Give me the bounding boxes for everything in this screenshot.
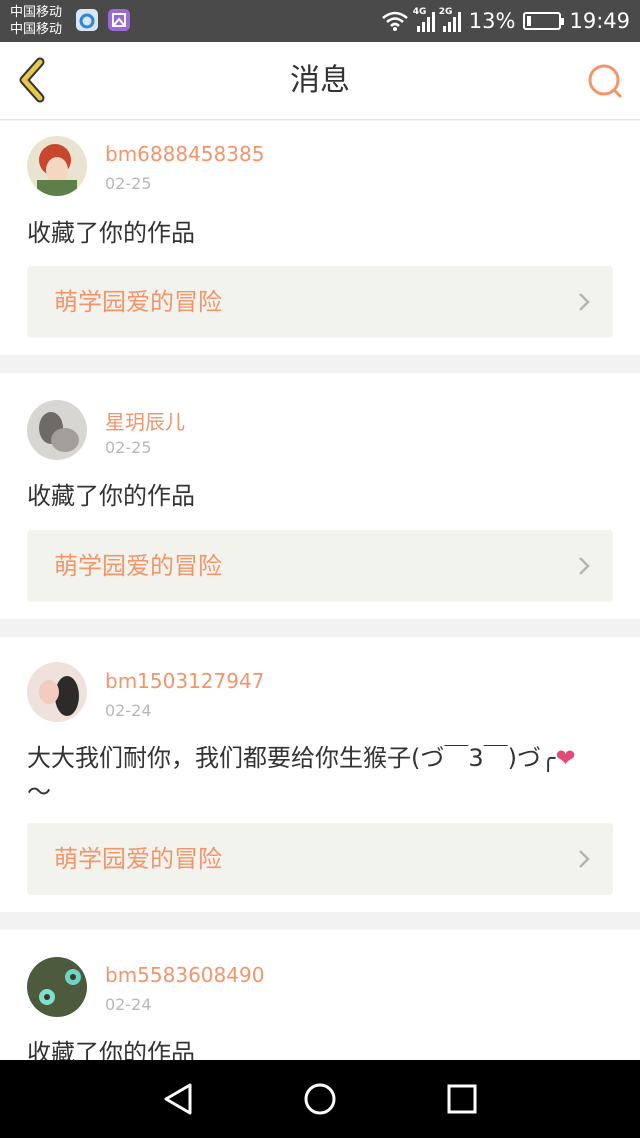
- system-nav-bar: [0, 1060, 640, 1138]
- page-title: 消息: [290, 63, 350, 98]
- heart-emoji: ❤: [555, 744, 576, 772]
- work-link[interactable]: 萌学园爱的冒险: [27, 266, 613, 338]
- message-card: bm5583608490 02-24 收藏了你的作品: [0, 930, 640, 1060]
- gallery-icon: [108, 9, 130, 31]
- work-link[interactable]: 萌学园爱的冒险: [27, 823, 613, 895]
- work-link[interactable]: 萌学园爱的冒险: [27, 530, 613, 602]
- status-bar: 中国移动 中国移动 4G 2G 13% 19:49: [0, 0, 640, 42]
- nav-back-button[interactable]: [160, 1081, 196, 1117]
- username[interactable]: bm6888458385: [105, 142, 264, 166]
- recents-square-icon: [447, 1084, 477, 1114]
- message-card: 星玥辰儿 02-25 收藏了你的作品 萌学园爱的冒险: [0, 373, 640, 619]
- back-triangle-icon: [164, 1083, 192, 1115]
- work-title: 萌学园爱的冒险: [54, 552, 222, 580]
- message-date: 02-25: [105, 174, 152, 193]
- carrier-1: 中国移动: [10, 5, 63, 20]
- app-icon: [76, 9, 98, 31]
- work-title: 萌学园爱的冒险: [54, 845, 222, 873]
- message-text: 大大我们耐你，我们都要给你生猴子(づ￣3￣)づ╭❤ ～: [27, 741, 613, 809]
- network-type-2: 2G: [438, 7, 453, 17]
- avatar[interactable]: [27, 400, 87, 460]
- battery-percent: 13%: [468, 9, 516, 33]
- signal-icon: 2G: [439, 7, 461, 32]
- message-date: 02-24: [105, 995, 152, 1014]
- battery-icon: [523, 12, 565, 30]
- wifi-icon: [381, 11, 408, 31]
- carrier-labels: 中国移动 中国移动: [10, 4, 62, 38]
- username[interactable]: 星玥辰儿: [105, 406, 185, 435]
- message-card: bm1503127947 02-24 大大我们耐你，我们都要给你生猴子(づ￣3￣…: [0, 637, 640, 912]
- avatar[interactable]: [27, 136, 87, 196]
- nav-recents-button[interactable]: [444, 1081, 480, 1117]
- work-title: 萌学园爱的冒险: [54, 288, 222, 316]
- carrier-2: 中国移动: [10, 22, 63, 37]
- chevron-right-icon: [579, 557, 590, 575]
- message-text: 收藏了你的作品: [27, 482, 195, 510]
- clock: 19:49: [569, 9, 630, 33]
- message-text: 收藏了你的作品: [27, 219, 195, 247]
- chevron-right-icon: [579, 850, 590, 868]
- avatar[interactable]: [27, 957, 87, 1017]
- signal-icon: 4G: [413, 7, 435, 32]
- chevron-right-icon: [579, 293, 590, 311]
- message-date: 02-24: [105, 701, 152, 720]
- nav-home-button[interactable]: [302, 1081, 338, 1117]
- message-card: bm6888458385 02-25 收藏了你的作品 萌学园爱的冒险: [0, 121, 640, 355]
- username[interactable]: bm5583608490: [105, 963, 264, 987]
- avatar[interactable]: [27, 662, 87, 722]
- message-text-line2: ～: [27, 778, 51, 806]
- message-list[interactable]: bm6888458385 02-25 收藏了你的作品 萌学园爱的冒险 星玥辰儿 …: [0, 121, 640, 1060]
- home-circle-icon: [304, 1083, 336, 1115]
- network-type-1: 4G: [412, 7, 427, 17]
- username[interactable]: bm1503127947: [105, 669, 264, 693]
- search-button[interactable]: [586, 62, 624, 100]
- app-header: 消息: [0, 42, 640, 120]
- message-text: 收藏了你的作品: [27, 1039, 195, 1060]
- search-icon: [588, 64, 622, 98]
- message-text-body: 大大我们耐你，我们都要给你生猴子(づ￣3￣)づ╭: [27, 744, 556, 772]
- message-date: 02-25: [105, 438, 152, 457]
